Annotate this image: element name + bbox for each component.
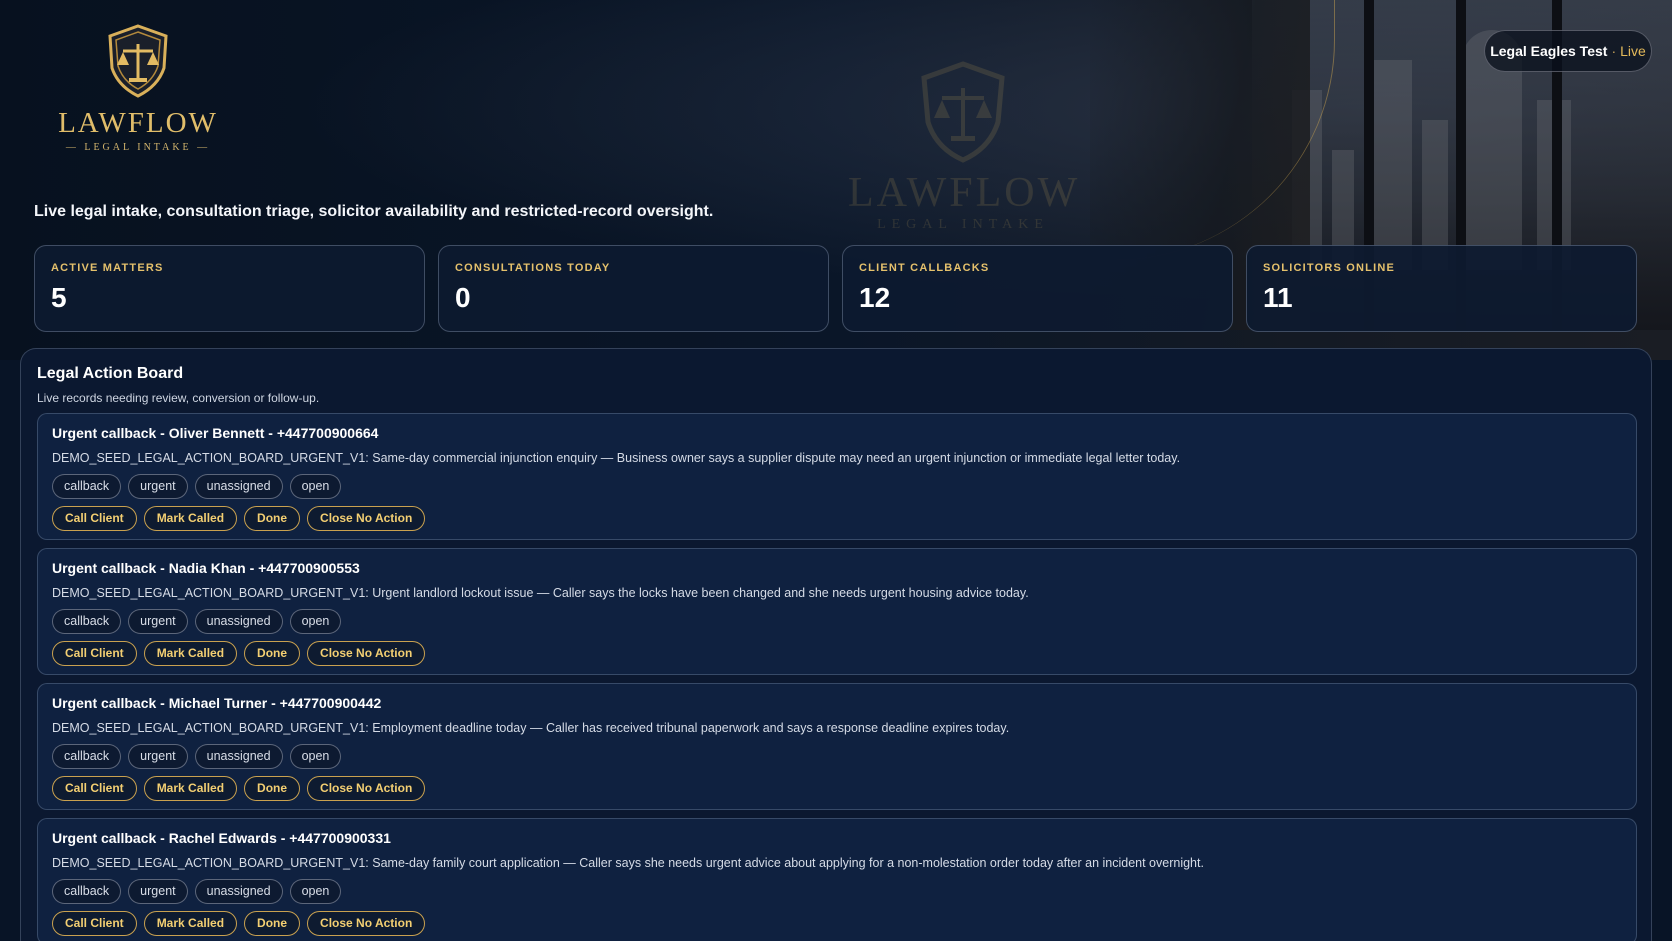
close-no-action-button[interactable]: Close No Action — [307, 776, 426, 801]
stat-card-client-callbacks: CLIENT CALLBACKS 12 — [842, 245, 1233, 332]
record-tags: callback urgent unassigned open — [52, 609, 1622, 634]
tag-callback: callback — [52, 474, 122, 499]
done-button[interactable]: Done — [244, 506, 301, 531]
done-button[interactable]: Done — [244, 911, 301, 936]
record-description: DEMO_SEED_LEGAL_ACTION_BOARD_URGENT_V1: … — [52, 451, 1181, 465]
call-client-button[interactable]: Call Client — [52, 776, 137, 801]
record-description: DEMO_SEED_LEGAL_ACTION_BOARD_URGENT_V1: … — [52, 721, 1010, 735]
stat-card-consultations-today: CONSULTATIONS TODAY 0 — [438, 245, 829, 332]
tag-unassigned: unassigned — [194, 744, 283, 769]
stat-label: CLIENT CALLBACKS — [859, 262, 990, 274]
shield-scales-icon — [108, 24, 168, 98]
tag-unassigned: unassigned — [194, 474, 283, 499]
call-client-button[interactable]: Call Client — [52, 641, 137, 666]
stat-label: CONSULTATIONS TODAY — [455, 262, 611, 274]
close-no-action-button[interactable]: Close No Action — [307, 911, 426, 936]
record-actions: Call Client Mark Called Done Close No Actio… — [52, 911, 1622, 936]
tag-callback: callback — [52, 879, 122, 904]
close-no-action-button[interactable]: Close No Action — [307, 506, 426, 531]
legal-action-board: Legal Action Board Live records needing … — [20, 348, 1652, 941]
tag-callback: callback — [52, 609, 122, 634]
record-title: Urgent callback - Michael Turner - +4477… — [52, 695, 382, 711]
record-actions: Call Client Mark Called Done Close No Actio… — [52, 641, 1622, 666]
brand-name: LAWFLOW — [58, 107, 218, 139]
action-record: Urgent callback - Rachel Edwards - +4477… — [37, 818, 1637, 941]
stat-value: 12 — [859, 282, 891, 313]
records-list: Urgent callback - Oliver Bennett - +4477… — [37, 413, 1637, 941]
tag-callback: callback — [52, 744, 122, 769]
shield-scales-icon — [921, 61, 1005, 163]
tag-urgent: urgent — [128, 474, 188, 499]
stats-row: ACTIVE MATTERS 5 CONSULTATIONS TODAY 0 C… — [34, 245, 1637, 332]
close-no-action-button[interactable]: Close No Action — [307, 641, 426, 666]
action-record: Urgent callback - Oliver Bennett - +4477… — [37, 413, 1637, 540]
stat-card-solicitors-online: SOLICITORS ONLINE 11 — [1246, 245, 1637, 332]
tag-unassigned: unassigned — [194, 609, 283, 634]
record-tags: callback urgent unassigned open — [52, 879, 1622, 904]
done-button[interactable]: Done — [244, 776, 301, 801]
tag-urgent: urgent — [128, 744, 188, 769]
brand-logo[interactable]: LAWFLOW — LEGAL INTAKE — — [58, 24, 218, 153]
page-tagline: Live legal intake, consultation triage, … — [34, 203, 714, 220]
record-actions: Call Client Mark Called Done Close No Actio… — [52, 776, 1622, 801]
tag-urgent: urgent — [128, 879, 188, 904]
tag-open: open — [289, 474, 342, 499]
watermark-subtitle: LEGAL INTAKE — [877, 217, 1049, 232]
tag-unassigned: unassigned — [194, 879, 283, 904]
tag-open: open — [289, 609, 342, 634]
tag-open: open — [289, 879, 342, 904]
stat-value: 11 — [1263, 282, 1293, 313]
watermark-title: LAWFLOW — [848, 170, 1081, 216]
record-description: DEMO_SEED_LEGAL_ACTION_BOARD_URGENT_V1: … — [52, 856, 1204, 870]
done-button[interactable]: Done — [244, 641, 301, 666]
tag-urgent: urgent — [128, 609, 188, 634]
logo-watermark: LAWFLOW LEGAL INTAKE — [848, 60, 1078, 233]
record-title: Urgent callback - Oliver Bennett - +4477… — [52, 425, 379, 441]
call-client-button[interactable]: Call Client — [52, 506, 137, 531]
stat-label: SOLICITORS ONLINE — [1263, 262, 1396, 274]
record-title: Urgent callback - Rachel Edwards - +4477… — [52, 830, 391, 846]
stat-value: 0 — [455, 282, 471, 313]
brand-subtitle: — LEGAL INTAKE — — [65, 142, 211, 153]
stat-card-active-matters: ACTIVE MATTERS 5 — [34, 245, 425, 332]
board-subtitle: Live records needing review, conversion … — [37, 391, 320, 405]
tenant-status-pill[interactable]: Legal Eagles Test · Live — [1484, 30, 1652, 72]
call-client-button[interactable]: Call Client — [52, 911, 137, 936]
tenant-live-status: Live — [1620, 43, 1646, 59]
board-title: Legal Action Board — [37, 365, 184, 382]
record-title: Urgent callback - Nadia Khan - +44770090… — [52, 560, 360, 576]
record-description: DEMO_SEED_LEGAL_ACTION_BOARD_URGENT_V1: … — [52, 586, 1029, 600]
tenant-name: Legal Eagles Test — [1490, 43, 1608, 59]
mark-called-button[interactable]: Mark Called — [143, 641, 238, 666]
tag-open: open — [289, 744, 342, 769]
tenant-separator: · — [1611, 43, 1617, 59]
record-tags: callback urgent unassigned open — [52, 474, 1622, 499]
record-tags: callback urgent unassigned open — [52, 744, 1622, 769]
record-actions: Call Client Mark Called Done Close No Actio… — [52, 506, 1622, 531]
stat-value: 5 — [51, 282, 67, 313]
mark-called-button[interactable]: Mark Called — [143, 776, 238, 801]
mark-called-button[interactable]: Mark Called — [143, 911, 238, 936]
action-record: Urgent callback - Michael Turner - +4477… — [37, 683, 1637, 810]
stat-label: ACTIVE MATTERS — [51, 262, 164, 274]
action-record: Urgent callback - Nadia Khan - +44770090… — [37, 548, 1637, 675]
mark-called-button[interactable]: Mark Called — [143, 506, 238, 531]
